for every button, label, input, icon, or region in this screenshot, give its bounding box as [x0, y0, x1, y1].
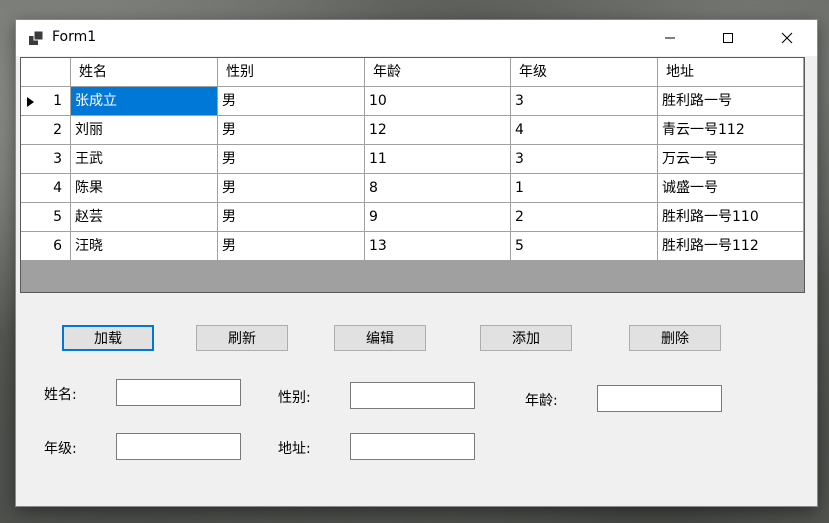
- cell-name[interactable]: 陈果: [71, 174, 218, 203]
- row-number: 2: [53, 122, 62, 138]
- table-row[interactable]: 5 赵芸 男 9 2 胜利路一号110: [21, 203, 804, 232]
- cell-grade[interactable]: 5: [511, 232, 658, 261]
- window-title: Form1: [52, 29, 97, 45]
- column-header-address[interactable]: 地址: [658, 58, 804, 87]
- cell-age[interactable]: 10: [365, 87, 511, 116]
- minimize-icon: [665, 37, 675, 39]
- row-number: 3: [53, 151, 62, 167]
- name-field[interactable]: [116, 379, 241, 406]
- row-number: 6: [53, 238, 62, 254]
- address-field[interactable]: [350, 433, 475, 460]
- column-header-age[interactable]: 年龄: [365, 58, 511, 87]
- column-header-name[interactable]: 姓名: [71, 58, 218, 87]
- edit-button[interactable]: 编辑: [334, 325, 426, 351]
- close-icon: [781, 32, 793, 44]
- cell-grade[interactable]: 4: [511, 116, 658, 145]
- name-label: 姓名:: [44, 387, 77, 403]
- cell-gender[interactable]: 男: [218, 116, 365, 145]
- maximize-icon: [723, 33, 733, 43]
- cell-address[interactable]: 诚盛一号: [658, 174, 804, 203]
- row-header[interactable]: 5: [21, 203, 71, 232]
- row-number: 5: [53, 209, 62, 225]
- cell-gender[interactable]: 男: [218, 145, 365, 174]
- cell-grade[interactable]: 3: [511, 145, 658, 174]
- row-header[interactable]: 1: [21, 87, 71, 116]
- current-row-arrow-icon: [27, 97, 34, 107]
- cell-address[interactable]: 万云一号: [658, 145, 804, 174]
- winforms-app-icon: [29, 30, 44, 45]
- load-button[interactable]: 加载: [62, 325, 154, 351]
- cell-address[interactable]: 胜利路一号112: [658, 232, 804, 261]
- gender-label: 性别:: [278, 390, 311, 406]
- maximize-button[interactable]: [699, 20, 757, 56]
- cell-gender[interactable]: 男: [218, 174, 365, 203]
- refresh-button[interactable]: 刷新: [196, 325, 288, 351]
- cell-gender[interactable]: 男: [218, 203, 365, 232]
- title-bar[interactable]: Form1: [16, 20, 817, 56]
- grid-header-row: 姓名 性别 年龄 年级 地址: [21, 58, 804, 87]
- table-row[interactable]: 1 张成立 男 10 3 胜利路一号: [21, 87, 804, 116]
- table-row[interactable]: 6 汪晓 男 13 5 胜利路一号112: [21, 232, 804, 261]
- cell-age[interactable]: 11: [365, 145, 511, 174]
- cell-age[interactable]: 8: [365, 174, 511, 203]
- cell-age[interactable]: 13: [365, 232, 511, 261]
- form-window: Form1 姓名 性别 年龄 年级 地址 1 张成立 男 10 3 胜利路一号 …: [16, 20, 817, 506]
- table-row[interactable]: 4 陈果 男 8 1 诚盛一号: [21, 174, 804, 203]
- column-header-gender[interactable]: 性别: [218, 58, 365, 87]
- cell-address[interactable]: 胜利路一号110: [658, 203, 804, 232]
- row-header[interactable]: 6: [21, 232, 71, 261]
- grade-label: 年级:: [44, 441, 77, 457]
- cell-grade[interactable]: 2: [511, 203, 658, 232]
- column-header-grade[interactable]: 年级: [511, 58, 658, 87]
- cell-name[interactable]: 张成立: [71, 87, 218, 116]
- age-label: 年龄:: [525, 393, 558, 409]
- cell-name[interactable]: 赵芸: [71, 203, 218, 232]
- delete-button[interactable]: 删除: [629, 325, 721, 351]
- row-number: 4: [53, 180, 62, 196]
- data-grid[interactable]: 姓名 性别 年龄 年级 地址 1 张成立 男 10 3 胜利路一号 2 刘丽 男…: [20, 57, 805, 293]
- cell-name[interactable]: 刘丽: [71, 116, 218, 145]
- row-number: 1: [53, 93, 62, 109]
- grid-corner-header[interactable]: [21, 58, 71, 87]
- minimize-button[interactable]: [641, 20, 699, 56]
- cell-grade[interactable]: 3: [511, 87, 658, 116]
- cell-gender[interactable]: 男: [218, 87, 365, 116]
- cell-address[interactable]: 青云一号112: [658, 116, 804, 145]
- row-header[interactable]: 2: [21, 116, 71, 145]
- add-button[interactable]: 添加: [480, 325, 572, 351]
- table-row[interactable]: 3 王武 男 11 3 万云一号: [21, 145, 804, 174]
- row-header[interactable]: 4: [21, 174, 71, 203]
- gender-field[interactable]: [350, 382, 475, 409]
- grade-field[interactable]: [116, 433, 241, 460]
- age-field[interactable]: [597, 385, 722, 412]
- cell-address[interactable]: 胜利路一号: [658, 87, 804, 116]
- close-button[interactable]: [758, 20, 816, 56]
- cell-age[interactable]: 12: [365, 116, 511, 145]
- address-label: 地址:: [278, 441, 311, 457]
- row-header[interactable]: 3: [21, 145, 71, 174]
- cell-age[interactable]: 9: [365, 203, 511, 232]
- table-row[interactable]: 2 刘丽 男 12 4 青云一号112: [21, 116, 804, 145]
- cell-name[interactable]: 王武: [71, 145, 218, 174]
- cell-gender[interactable]: 男: [218, 232, 365, 261]
- cell-grade[interactable]: 1: [511, 174, 658, 203]
- cell-name[interactable]: 汪晓: [71, 232, 218, 261]
